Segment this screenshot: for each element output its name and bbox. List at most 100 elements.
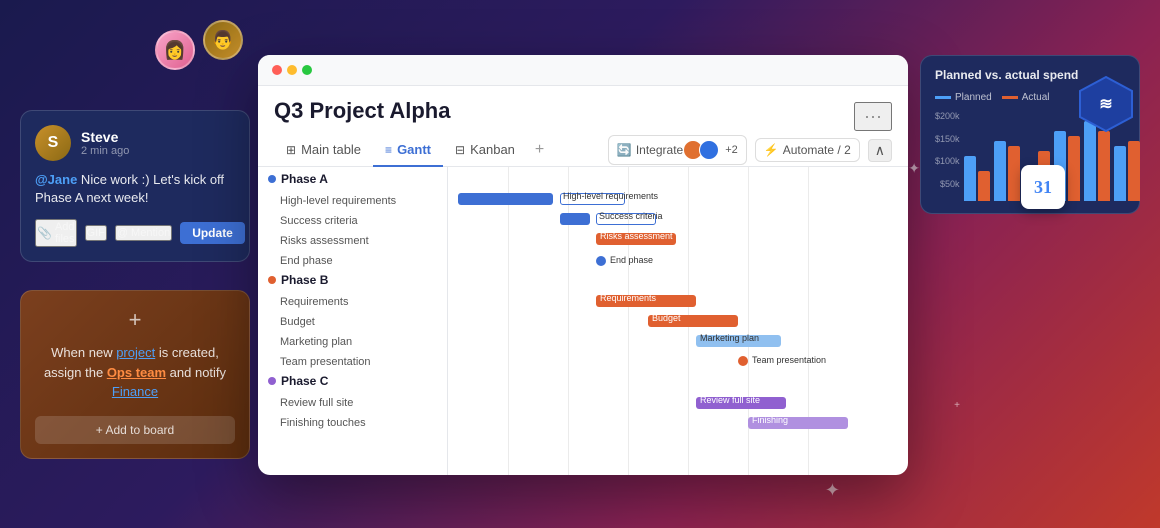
grid-line-1 xyxy=(508,167,509,475)
add-files-label: Add files xyxy=(55,221,75,245)
bar-label-review: Review full site xyxy=(700,395,760,405)
bar-end-phase: End phase xyxy=(596,255,676,267)
maximize-dot[interactable] xyxy=(302,65,312,75)
phase-c-name: Phase C xyxy=(281,374,328,388)
steve-mention: @Jane xyxy=(35,172,77,187)
bar-planned-5 xyxy=(1084,121,1096,201)
task-row: Risks assessment xyxy=(258,228,447,248)
y-label-150k: $150k xyxy=(935,134,960,144)
minimize-dot[interactable] xyxy=(287,65,297,75)
tab-right-controls: 🔄 Integrate +2 ⚡ Automate / 2 ∧ xyxy=(608,135,892,165)
add-files-button[interactable]: 📎 Add files xyxy=(35,219,77,247)
bar-actual-4 xyxy=(1068,136,1080,201)
automation-ops-link[interactable]: Ops team xyxy=(107,365,166,380)
gif-button[interactable]: GIF xyxy=(85,225,107,241)
at-icon: @ xyxy=(117,227,128,239)
integrate-icon: 🔄 xyxy=(617,143,632,157)
bar-actual-6 xyxy=(1128,141,1140,201)
avatar-group-top: 👩 👨 xyxy=(155,30,243,70)
gantt-icon: ≡ xyxy=(385,143,392,157)
close-dot[interactable] xyxy=(272,65,282,75)
phase-b-label: Phase B xyxy=(258,268,447,289)
grid-line-5 xyxy=(748,167,749,475)
bar-planned-1 xyxy=(964,156,976,201)
plus-icon: + xyxy=(35,307,235,333)
tab-kanban-label: Kanban xyxy=(470,142,515,157)
bar-label-high-level: High-level requirements xyxy=(563,191,658,201)
bar-high-level-req xyxy=(458,193,553,205)
mention-button[interactable]: @ Mention xyxy=(115,225,172,241)
tab-kanban[interactable]: ⊟ Kanban xyxy=(443,134,527,167)
paperclip-icon: 📎 xyxy=(37,226,52,240)
bar-group-1 xyxy=(964,156,990,201)
bar-label-budget: Budget xyxy=(652,313,681,323)
gantt-chart: High-level requirements Success criteria… xyxy=(448,167,908,475)
integrate-label: Integrate xyxy=(636,143,683,157)
automation-project-link[interactable]: project xyxy=(116,345,155,360)
phase-a-name: Phase A xyxy=(281,172,328,186)
gantt-header: Q3 Project Alpha ··· xyxy=(258,86,908,134)
avatar-male: 👨 xyxy=(203,20,243,60)
automation-text: When new project is created, assign the … xyxy=(35,343,235,402)
bar-label-requirements: Requirements xyxy=(600,293,656,303)
y-label-100k: $100k xyxy=(935,156,960,166)
task-row: Finishing touches xyxy=(258,410,447,430)
window-controls xyxy=(272,65,312,75)
integrate-button[interactable]: 🔄 Integrate +2 xyxy=(608,135,747,165)
gantt-task-list: Phase A High-level requirements Success … xyxy=(258,167,448,475)
y-axis-labels: $200k $150k $100k $50k xyxy=(935,111,960,201)
automation-finance-link[interactable]: Finance xyxy=(112,384,158,399)
hex-wrapper: ≋ xyxy=(1077,75,1135,133)
hex-icon: ≋ xyxy=(1077,75,1135,133)
bar-label-risks: Risks assessment xyxy=(600,231,673,241)
task-row: Requirements xyxy=(258,289,447,309)
update-button[interactable]: Update xyxy=(180,222,245,244)
gantt-window: Q3 Project Alpha ··· ⊞ Main table ≡ Gant… xyxy=(258,55,908,475)
steve-card: S Steve 2 min ago @Jane Nice work :) Let… xyxy=(20,110,250,262)
phase-c-label: Phase C xyxy=(258,369,447,390)
steve-message: @Jane Nice work :) Let's kick off Phase … xyxy=(35,171,235,207)
steve-avatar: S xyxy=(35,125,71,161)
gantt-title: Q3 Project Alpha xyxy=(274,98,450,124)
legend-actual: Actual xyxy=(1002,92,1050,103)
collapse-button[interactable]: ∧ xyxy=(868,139,892,162)
google-calendar-icon: 31 xyxy=(1021,165,1065,209)
window-titlebar xyxy=(258,55,908,86)
phase-b-dot xyxy=(268,276,276,284)
automation-text-part3: and notify xyxy=(166,365,226,380)
tab-gantt-label: Gantt xyxy=(397,142,431,157)
y-label-200k: $200k xyxy=(935,111,960,121)
task-row: End phase xyxy=(258,248,447,268)
task-row: Review full site xyxy=(258,390,447,410)
gantt-chart-area: High-level requirements Success criteria… xyxy=(448,167,908,475)
bar-actual-1 xyxy=(978,171,990,201)
tab-main-table[interactable]: ⊞ Main table xyxy=(274,134,373,167)
bar-planned-2 xyxy=(994,141,1006,201)
automate-label: Automate / 2 xyxy=(783,143,851,157)
tab-main-table-label: Main table xyxy=(301,142,361,157)
task-row: Team presentation xyxy=(258,349,447,369)
phase-a-dot xyxy=(268,175,276,183)
automate-button[interactable]: ⚡ Automate / 2 xyxy=(755,138,860,162)
add-to-board-button[interactable]: + Add to board xyxy=(35,416,235,444)
legend-actual-color xyxy=(1002,96,1018,99)
add-tab-button[interactable]: + xyxy=(527,141,552,159)
automation-card: + When new project is created, assign th… xyxy=(20,290,250,459)
table-icon: ⊞ xyxy=(286,143,296,157)
bar-group-6 xyxy=(1114,141,1140,201)
phase-c-dot xyxy=(268,377,276,385)
steve-actions: 📎 Add files GIF @ Mention Update xyxy=(35,219,235,247)
bar-group-2 xyxy=(994,141,1020,201)
gantt-body: Phase A High-level requirements Success … xyxy=(258,167,908,475)
user-avatar-2 xyxy=(699,140,719,160)
automate-icon: ⚡ xyxy=(764,143,779,157)
tab-gantt[interactable]: ≡ Gantt xyxy=(373,134,443,167)
svg-text:≋: ≋ xyxy=(1099,96,1112,113)
steve-time: 2 min ago xyxy=(81,145,129,157)
mention-label: Mention xyxy=(131,227,170,239)
star-decoration-3: ✦ xyxy=(825,480,840,501)
bar-success-criteria xyxy=(560,213,590,225)
more-options-button[interactable]: ··· xyxy=(854,102,892,131)
bar-actual-5 xyxy=(1098,131,1110,201)
gcal-number: 31 xyxy=(1034,177,1052,198)
